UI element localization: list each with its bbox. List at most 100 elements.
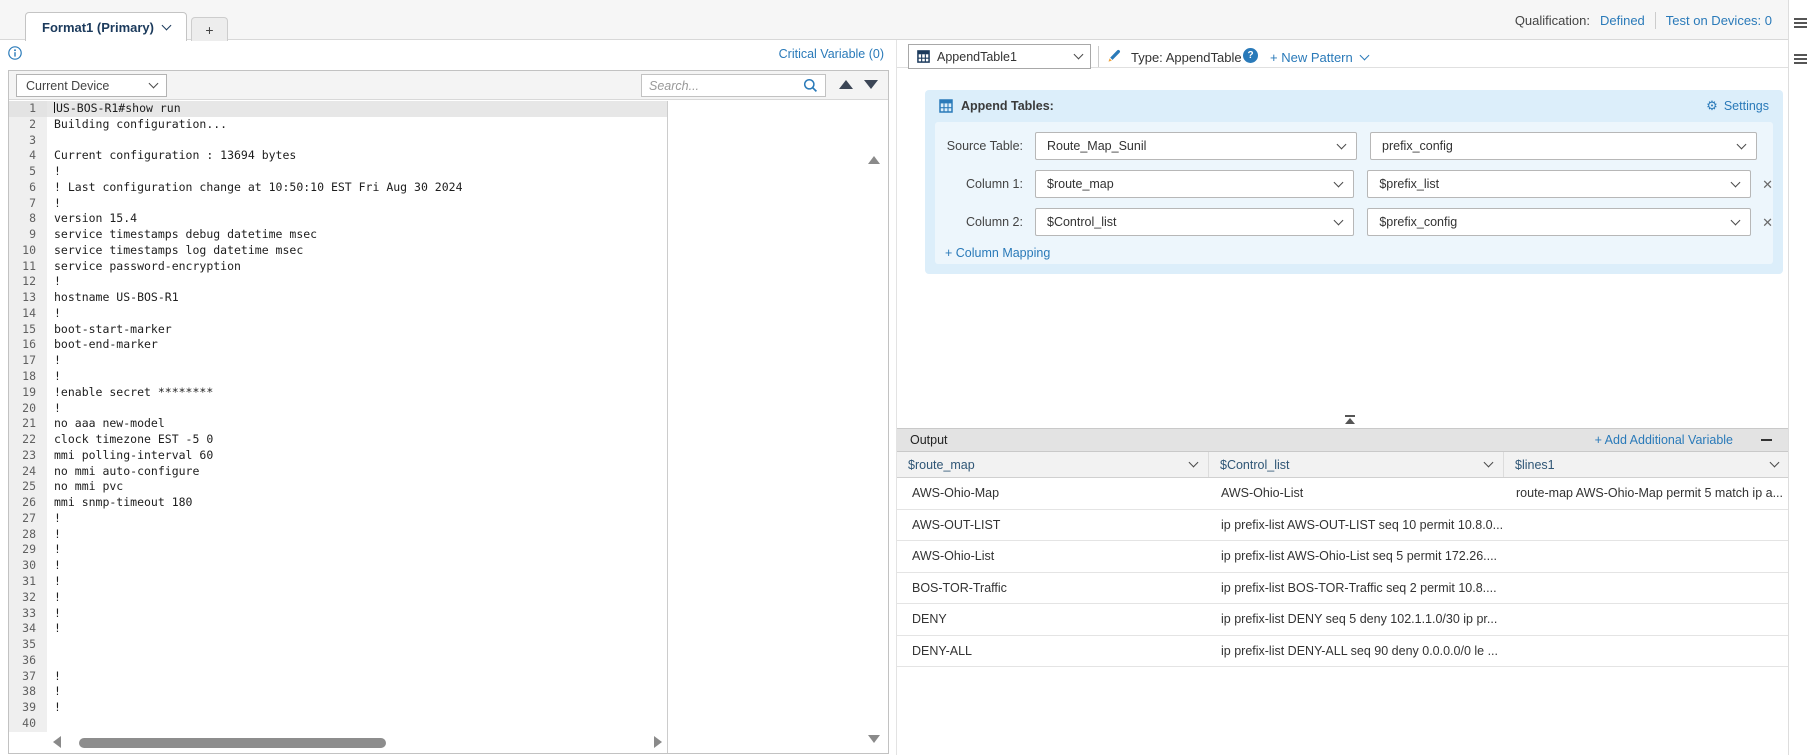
code-line[interactable]: 7!	[9, 196, 667, 212]
table-row[interactable]: AWS-OUT-LISTip prefix-list AWS-OUT-LIST …	[897, 510, 1789, 542]
search-icon[interactable]	[803, 78, 818, 93]
top-bar: Format1 (Primary) + Qualification: Defin…	[0, 0, 1812, 40]
table-row[interactable]: DENYip prefix-list DENY seq 5 deny 102.1…	[897, 604, 1789, 636]
chevron-down-icon	[149, 79, 159, 89]
code-line[interactable]: 29!	[9, 542, 667, 558]
help-icon[interactable]: ?	[1243, 48, 1258, 63]
horizontal-scrollbar-thumb[interactable]	[79, 738, 386, 748]
code-line[interactable]: 4Current configuration : 13694 bytes	[9, 148, 667, 164]
code-line[interactable]: 33!	[9, 606, 667, 622]
code-line[interactable]: 8version 15.4	[9, 211, 667, 227]
remove-column1-icon[interactable]: ✕	[1762, 178, 1773, 191]
code-line[interactable]: 13hostname US-BOS-R1	[9, 290, 667, 306]
code-text: !	[47, 527, 667, 543]
code-line[interactable]: 21no aaa new-model	[9, 416, 667, 432]
code-line[interactable]: 20!	[9, 401, 667, 417]
column-select-route-map[interactable]: $route_map	[897, 452, 1209, 477]
code-line[interactable]: 38!	[9, 684, 667, 700]
code-line[interactable]: 25no mmi pvc	[9, 479, 667, 495]
menu-icon-top[interactable]	[1794, 18, 1807, 28]
add-tab-button[interactable]: +	[191, 17, 228, 41]
new-pattern-button[interactable]: + New Pattern	[1270, 50, 1368, 65]
code-line[interactable]: 37!	[9, 669, 667, 685]
code-line[interactable]: 9service timestamps debug datetime msec	[9, 227, 667, 243]
code-line[interactable]: 5!	[9, 164, 667, 180]
settings-button[interactable]: ⚙ Settings	[1706, 99, 1769, 113]
code-line[interactable]: 36	[9, 653, 667, 669]
table-row[interactable]: DENY-ALLip prefix-list DENY-ALL seq 90 d…	[897, 636, 1789, 668]
code-line[interactable]: 16boot-end-marker	[9, 337, 667, 353]
tab-format1-primary[interactable]: Format1 (Primary)	[25, 12, 187, 41]
code-line[interactable]: 34!	[9, 621, 667, 637]
minimize-output-icon[interactable]	[1761, 439, 1772, 441]
scroll-left-icon[interactable]	[53, 736, 61, 748]
code-line[interactable]: 23mmi polling-interval 60	[9, 448, 667, 464]
test-on-devices-link[interactable]: Test on Devices: 0	[1666, 13, 1772, 28]
menu-icon-pattern[interactable]	[1794, 54, 1807, 64]
column2-source-select[interactable]: $Control_list	[1035, 208, 1354, 236]
code-line[interactable]: 6! Last configuration change at 10:50:10…	[9, 180, 667, 196]
line-number: 39	[9, 700, 47, 716]
remove-column2-icon[interactable]: ✕	[1762, 216, 1773, 229]
line-number: 34	[9, 621, 47, 637]
critical-variable-link[interactable]: Critical Variable (0)	[8, 47, 884, 61]
variable-table-selector[interactable]: AppendTable1	[908, 44, 1091, 69]
table-row[interactable]: BOS-TOR-Trafficip prefix-list BOS-TOR-Tr…	[897, 573, 1789, 605]
add-column-mapping-link[interactable]: + Column Mapping	[935, 246, 1773, 260]
line-number: 16	[9, 337, 47, 353]
code-line[interactable]: 15boot-start-marker	[9, 322, 667, 338]
line-number: 19	[9, 385, 47, 401]
target-table-select[interactable]: prefix_config	[1370, 132, 1757, 160]
code-line[interactable]: 1US-BOS-R1#show run	[9, 101, 667, 117]
settings-label: Settings	[1724, 99, 1769, 113]
source-table-select[interactable]: Route_Map_Sunil	[1035, 132, 1357, 160]
plus-icon: +	[205, 22, 213, 38]
scroll-right-icon[interactable]	[654, 736, 662, 748]
line-number: 26	[9, 495, 47, 511]
code-line[interactable]: 14!	[9, 306, 667, 322]
table-row[interactable]: AWS-Ohio-MapAWS-Ohio-Listroute-map AWS-O…	[897, 478, 1789, 510]
table-row[interactable]: AWS-Ohio-Listip prefix-list AWS-Ohio-Lis…	[897, 541, 1789, 573]
code-line[interactable]: 35	[9, 637, 667, 653]
code-area[interactable]: 1US-BOS-R1#show run2Building configurati…	[9, 101, 668, 753]
code-line[interactable]: 39!	[9, 700, 667, 716]
column-select-lines1[interactable]: $lines1	[1504, 452, 1789, 477]
code-line[interactable]: 11service password-encryption	[9, 259, 667, 275]
column-select-control-list[interactable]: $Control_list	[1209, 452, 1504, 477]
code-text: !	[47, 606, 667, 622]
column1-target-select[interactable]: $prefix_list	[1367, 170, 1751, 198]
append-tables-box: Append Tables: ⚙ Settings Source Table: …	[925, 90, 1783, 274]
line-number: 40	[9, 716, 47, 732]
device-selector[interactable]: Current Device	[16, 74, 167, 97]
edit-pencil-icon[interactable]	[1106, 48, 1122, 64]
code-line[interactable]: 28!	[9, 527, 667, 543]
scroll-up-icon[interactable]	[868, 156, 880, 164]
code-line[interactable]: 22clock timezone EST -5 0	[9, 432, 667, 448]
code-line[interactable]: 32!	[9, 590, 667, 606]
table-cell: ip prefix-list DENY-ALL seq 90 deny 0.0.…	[1209, 636, 1504, 667]
search-input[interactable]	[649, 79, 803, 93]
code-line[interactable]: 30!	[9, 558, 667, 574]
collapse-output-icon[interactable]	[1344, 415, 1356, 424]
code-line[interactable]: 3	[9, 133, 667, 149]
find-previous-button[interactable]	[839, 80, 853, 89]
column2-target-select[interactable]: $prefix_config	[1367, 208, 1751, 236]
code-line[interactable]: 19!enable secret ********	[9, 385, 667, 401]
code-line[interactable]: 17!	[9, 353, 667, 369]
column1-source-select[interactable]: $route_map	[1035, 170, 1354, 198]
code-line[interactable]: 18!	[9, 369, 667, 385]
add-additional-variable-link[interactable]: + Add Additional Variable	[1595, 433, 1733, 447]
code-line[interactable]: 24no mmi auto-configure	[9, 464, 667, 480]
qualification-row: Qualification: Defined Test on Devices: …	[1515, 12, 1772, 29]
code-line[interactable]: 27!	[9, 511, 667, 527]
code-line[interactable]: 31!	[9, 574, 667, 590]
code-line[interactable]: 12!	[9, 274, 667, 290]
code-line[interactable]: 40	[9, 716, 667, 732]
code-line[interactable]: 2Building configuration...	[9, 117, 667, 133]
qualification-defined-link[interactable]: Defined	[1600, 13, 1645, 28]
scroll-down-icon[interactable]	[868, 735, 880, 743]
line-number: 32	[9, 590, 47, 606]
find-next-button[interactable]	[864, 80, 878, 89]
code-line[interactable]: 26mmi snmp-timeout 180	[9, 495, 667, 511]
code-line[interactable]: 10service timestamps log datetime msec	[9, 243, 667, 259]
